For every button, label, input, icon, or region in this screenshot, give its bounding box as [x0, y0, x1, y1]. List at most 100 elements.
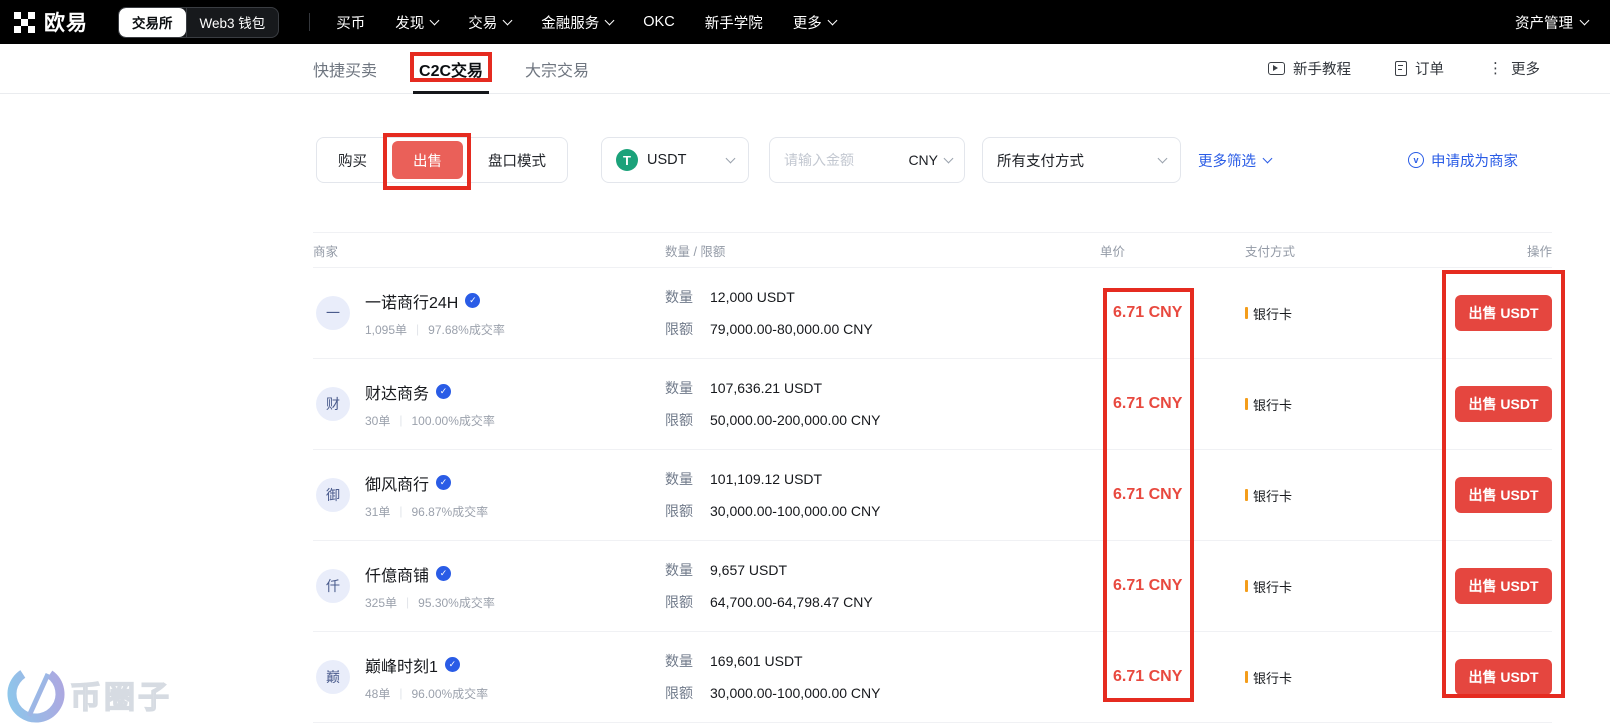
payment-method-select[interactable]: 所有支付方式: [982, 137, 1181, 183]
unit-price: 6.71 CNY: [1113, 395, 1183, 412]
ellipsis-icon: ⋮: [1488, 60, 1503, 77]
chevron-down-icon: [827, 15, 838, 25]
completion-rate: 97.68%成交率: [428, 322, 505, 337]
brand-name: 欧易: [44, 12, 88, 35]
crypto-select[interactable]: T USDT: [601, 137, 749, 183]
completion-rate: 95.30%成交率: [418, 595, 495, 610]
amount-value: 101,109.12 USDT: [710, 471, 823, 487]
table-row: 巅 巅峰时刻1 ✓ 48单 | 96.00%成交率 数量 169,601 USD…: [313, 632, 1552, 723]
merchant-name[interactable]: 一诺商行24H: [365, 289, 458, 313]
merchant-name[interactable]: 巅峰时刻1: [365, 653, 438, 677]
payment-cell: 银行卡: [1245, 486, 1455, 505]
watermark: 币圈子: [4, 662, 172, 726]
orderbook-mode-tab[interactable]: 盘口模式: [467, 138, 567, 182]
more-menu-button[interactable]: ⋮ 更多: [1488, 58, 1540, 79]
merchant-shield-icon: v: [1408, 152, 1424, 168]
merchant-cell: 巅 巅峰时刻1 ✓ 48单 | 96.00%成交率: [313, 653, 665, 702]
payment-method: 银行卡: [1253, 397, 1293, 413]
order-count: 30单: [365, 413, 391, 428]
order-count: 31单: [365, 504, 391, 519]
toggle-web3-wallet[interactable]: Web3 钱包: [185, 7, 279, 37]
merchant-name[interactable]: 财达商务: [365, 380, 429, 404]
merchant-avatar: 巅: [316, 660, 350, 694]
merchant-stats: 31单 | 96.87%成交率: [365, 504, 489, 519]
completion-rate: 96.00%成交率: [411, 686, 489, 701]
chevron-down-icon: [943, 153, 954, 163]
nav-item-buy-crypto[interactable]: 买币: [336, 12, 365, 33]
nav-item-discover[interactable]: 发现: [395, 12, 440, 33]
okx-logo-icon: [14, 11, 35, 33]
table-row: 财 财达商务 ✓ 30单 | 100.00%成交率 数量 107,636.21 …: [313, 359, 1552, 450]
sell-usdt-button[interactable]: 出售 USDT: [1455, 295, 1552, 331]
chevron-down-icon: [429, 15, 440, 25]
merchant-cell: 仟 仟億商铺 ✓ 325单 | 95.30%成交率: [313, 562, 665, 611]
verified-badge-icon: ✓: [444, 657, 460, 672]
merchant-avatar: 御: [316, 478, 350, 512]
tab-express-trade[interactable]: 快捷买卖: [313, 44, 377, 93]
limit-value: 79,000.00-80,000.00 CNY: [710, 321, 873, 337]
nav-item-more[interactable]: 更多: [793, 12, 838, 33]
beginner-tutorial-button[interactable]: 新手教程: [1268, 58, 1351, 79]
amount-limit-cell: 数量 107,636.21 USDT 限额 50,000.00-200,000.…: [665, 378, 1100, 430]
buy-tab[interactable]: 购买: [317, 138, 388, 182]
action-cell: 出售 USDT: [1455, 295, 1552, 331]
chevron-down-icon: [502, 15, 513, 25]
nav-item-academy[interactable]: 新手学院: [705, 12, 763, 33]
table-body: 一 一诺商行24H ✓ 1,095单 | 97.68%成交率 数量 12,000…: [313, 268, 1552, 723]
okx-brand[interactable]: 欧易: [14, 7, 88, 37]
sell-usdt-button[interactable]: 出售 USDT: [1455, 659, 1552, 695]
crypto-select-value: USDT: [647, 152, 687, 168]
limit-value: 50,000.00-200,000.00 CNY: [710, 412, 881, 428]
payment-cell: 银行卡: [1245, 577, 1455, 596]
verified-badge-icon: ✓: [436, 566, 452, 581]
become-merchant-link[interactable]: v 申请成为商家: [1408, 150, 1518, 171]
trade-side-tabs: 购买 出售 盘口模式: [316, 133, 568, 190]
price-cell: 6.71 CNY: [1100, 486, 1245, 504]
merchant-stats: 325单 | 95.30%成交率: [365, 595, 495, 610]
amount-limit-cell: 数量 169,601 USDT 限额 30,000.00-100,000.00 …: [665, 651, 1100, 703]
subnav-tabs: 快捷买卖 C2C交易 大宗交易: [313, 44, 589, 94]
merchant-name[interactable]: 御风商行: [365, 471, 429, 495]
amount-limit-cell: 数量 9,657 USDT 限额 64,700.00-64,798.47 CNY: [665, 560, 1100, 612]
header-payment: 支付方式: [1245, 244, 1296, 259]
payment-method: 银行卡: [1253, 306, 1293, 322]
nav-item-assets[interactable]: 资产管理: [1515, 12, 1590, 33]
order-document-icon: [1395, 61, 1407, 76]
limit-label: 限额: [665, 503, 693, 519]
table-row: 仟 仟億商铺 ✓ 325单 | 95.30%成交率 数量 9,657 USDT …: [313, 541, 1552, 632]
tab-c2c-trade[interactable]: C2C交易: [410, 44, 493, 94]
chevron-down-icon: [1157, 153, 1168, 163]
currency-select[interactable]: CNY: [908, 152, 954, 168]
subnav-actions: 新手教程 订单 ⋮ 更多: [1268, 58, 1540, 79]
bank-card-icon: [1245, 671, 1248, 683]
sell-usdt-button[interactable]: 出售 USDT: [1455, 477, 1552, 513]
merchant-name[interactable]: 仟億商铺: [365, 562, 429, 586]
sell-usdt-button[interactable]: 出售 USDT: [1455, 568, 1552, 604]
sell-tab[interactable]: 出售: [383, 133, 471, 190]
nav-item-okc[interactable]: OKC: [643, 14, 674, 30]
merchant-avatar: 仟: [316, 569, 350, 603]
tab-block-trade[interactable]: 大宗交易: [525, 44, 589, 93]
payment-cell: 银行卡: [1245, 668, 1455, 687]
chevron-down-icon: [1579, 15, 1590, 25]
active-tab-underline: [413, 91, 490, 94]
header-amount-limit: 数量 / 限额: [665, 244, 726, 259]
limit-label: 限额: [665, 685, 693, 701]
amount-limit-cell: 数量 101,109.12 USDT 限额 30,000.00-100,000.…: [665, 469, 1100, 521]
nav-item-trade[interactable]: 交易: [468, 12, 513, 33]
nav-item-financial-services[interactable]: 金融服务: [541, 12, 615, 33]
order-count: 48单: [365, 686, 391, 701]
bank-card-icon: [1245, 307, 1248, 319]
more-filters-link[interactable]: 更多筛选: [1198, 150, 1273, 171]
orders-button[interactable]: 订单: [1395, 58, 1444, 79]
merchant-cell: 一 一诺商行24H ✓ 1,095单 | 97.68%成交率: [313, 289, 665, 338]
amount-value: 107,636.21 USDT: [710, 380, 823, 396]
toggle-exchange[interactable]: 交易所: [119, 7, 186, 37]
payment-method: 银行卡: [1253, 670, 1293, 686]
amount-value: 169,601 USDT: [710, 653, 803, 669]
sell-usdt-button[interactable]: 出售 USDT: [1455, 386, 1552, 422]
price-cell: 6.71 CNY: [1100, 668, 1245, 686]
merchant-cell: 财 财达商务 ✓ 30单 | 100.00%成交率: [313, 380, 665, 429]
amount-input[interactable]: [782, 151, 878, 169]
bank-card-icon: [1245, 398, 1248, 410]
